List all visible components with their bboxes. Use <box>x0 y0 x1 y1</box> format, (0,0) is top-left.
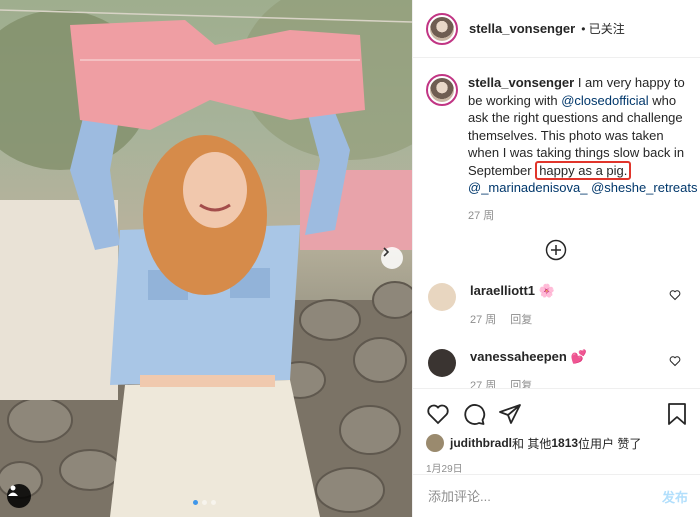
comments-section: stella_vonsenger I am very happy to be w… <box>413 58 700 388</box>
user-tag-icon <box>8 485 18 496</box>
bookmark-icon[interactable] <box>666 402 688 426</box>
comment-time: 27 周 <box>470 313 497 326</box>
add-comment-bar: 发布 <box>413 474 700 517</box>
follow-status[interactable]: • 已关注 <box>581 20 625 37</box>
mention-link[interactable]: @sheshe_retreats <box>591 180 697 195</box>
share-icon[interactable] <box>498 402 522 426</box>
mention-link[interactable]: @_marinadenisova_ <box>468 180 587 195</box>
comment-item: laraelliott1 🌸 27 周 回复 <box>426 282 685 327</box>
reply-link[interactable]: 回复 <box>510 380 532 389</box>
caption-time: 27 周 <box>468 209 495 222</box>
avatar[interactable] <box>428 282 456 311</box>
caption: stella_vonsenger I am very happy to be w… <box>426 74 697 223</box>
comment-username[interactable]: vanessaheepen <box>470 349 567 364</box>
carousel-indicator <box>193 500 216 505</box>
caption-username[interactable]: stella_vonsenger <box>468 75 574 90</box>
heart-icon[interactable] <box>669 355 681 367</box>
comment-text: 💕 <box>570 348 587 364</box>
chevron-right-icon <box>383 247 390 257</box>
highlighted-text: happy as a pig. <box>535 160 632 180</box>
comment-item: vanessaheepen 💕 27 周 回复 <box>426 348 685 389</box>
avatar[interactable] <box>426 74 458 106</box>
mention-link[interactable]: @closedofficial <box>561 93 648 108</box>
comment-input[interactable] <box>428 488 662 504</box>
avatar[interactable] <box>428 348 456 377</box>
comment-time: 27 周 <box>470 379 497 389</box>
comment-text: 🌸 <box>538 282 555 298</box>
post-photo[interactable] <box>0 0 412 517</box>
avatar[interactable] <box>426 12 458 45</box>
tagged-users-button[interactable] <box>7 484 31 508</box>
comment-username[interactable]: laraelliott1 <box>470 283 535 298</box>
carousel-dot <box>193 500 198 505</box>
post-button[interactable]: 发布 <box>662 487 688 506</box>
avatar[interactable] <box>426 434 444 452</box>
comment-icon[interactable] <box>462 402 486 426</box>
carousel-dot <box>202 500 207 505</box>
photo-illustration <box>0 0 412 517</box>
add-circle-icon <box>545 239 566 260</box>
post-side-panel: stella_vonsenger • 已关注 stella_vonsenger … <box>412 0 700 517</box>
heart-icon[interactable] <box>669 289 681 301</box>
likes-summary[interactable]: judithbradl 和 其他 1813 位用户 赞了 <box>426 434 688 452</box>
liker-username[interactable]: judithbradl <box>450 436 512 450</box>
likes-suffix: 位用户 赞了 <box>578 436 642 451</box>
caption-text: stella_vonsenger I am very happy to be w… <box>468 74 698 197</box>
post-header: stella_vonsenger • 已关注 <box>413 0 700 58</box>
likes-count[interactable]: 1813 <box>551 436 578 450</box>
load-more-comments-button[interactable] <box>426 239 685 261</box>
carousel-dot <box>211 500 216 505</box>
post-actions: judithbradl 和 其他 1813 位用户 赞了 1月29日 <box>413 388 700 475</box>
action-bar <box>426 399 688 429</box>
next-slide-button[interactable] <box>381 247 403 269</box>
instagram-post-modal: stella_vonsenger • 已关注 stella_vonsenger … <box>0 0 700 517</box>
reply-link[interactable]: 回复 <box>510 314 532 326</box>
heart-icon[interactable] <box>426 402 450 426</box>
likes-text: 和 其他 <box>512 436 552 451</box>
post-date: 1月29日 <box>426 464 463 475</box>
header-username[interactable]: stella_vonsenger <box>469 21 575 36</box>
